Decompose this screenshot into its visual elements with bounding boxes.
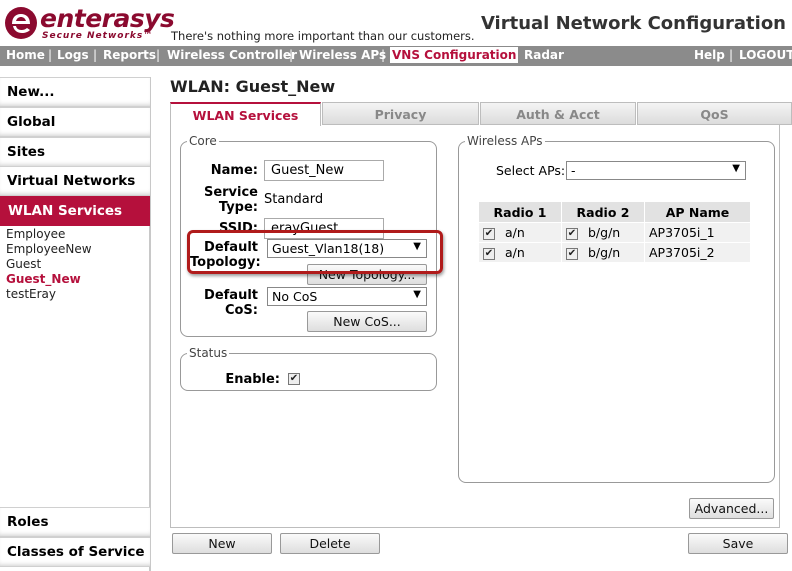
tab-auth-acct[interactable]: Auth & Acct — [480, 102, 636, 125]
wireless-aps-legend: Wireless APs — [467, 134, 543, 148]
radio2-cell: ✔ b/g/n — [561, 242, 645, 263]
name-label: Name: — [210, 163, 258, 178]
service-type-value: Standard — [264, 192, 324, 207]
new-button[interactable]: New — [172, 533, 272, 554]
sidebar-service-employeenew[interactable]: EmployeeNew — [6, 242, 92, 256]
radio1-cell: ✔ a/n — [478, 222, 562, 243]
sidebar-item-classes-of-service[interactable]: Classes of Service — [0, 537, 150, 567]
brand-name: enterasys — [40, 4, 175, 33]
nav-separator: | — [289, 48, 294, 62]
default-cos-value: No CoS — [272, 289, 318, 304]
radio2-checkbox[interactable]: ✔ — [566, 247, 578, 260]
radio1-mode: a/n — [505, 225, 525, 240]
chevron-down-icon: ▼ — [413, 289, 421, 300]
nav-wireless-aps[interactable]: Wireless APs — [299, 48, 386, 62]
advanced-button[interactable]: Advanced... — [689, 498, 774, 519]
tagline: There's nothing more important than our … — [171, 29, 475, 43]
top-nav: Home | Logs | Reports | Wireless Control… — [0, 46, 792, 66]
ap-name-cell: AP3705i_2 — [644, 242, 751, 263]
new-cos-button[interactable]: New CoS... — [307, 311, 427, 332]
nav-reports[interactable]: Reports — [103, 48, 156, 62]
nav-separator: | — [729, 48, 734, 62]
nav-separator: | — [381, 48, 386, 62]
table-row: ✔ a/n ✔ b/g/n AP3705i_1 — [478, 222, 751, 243]
table-header-row: Radio 1 Radio 2 AP Name — [478, 201, 751, 223]
column-header-radio1: Radio 1 — [478, 201, 562, 223]
column-header-ap-name: AP Name — [644, 201, 751, 223]
sidebar-item-virtual-networks[interactable]: Virtual Networks — [0, 166, 150, 196]
radio2-cell: ✔ b/g/n — [561, 222, 645, 243]
radio2-checkbox[interactable]: ✔ — [566, 227, 578, 240]
nav-logs[interactable]: Logs — [57, 48, 89, 62]
sidebar-item-roles[interactable]: Roles — [0, 507, 150, 537]
radio1-cell: ✔ a/n — [478, 242, 562, 263]
app-title: Virtual Network Configuration — [480, 13, 786, 34]
ap-table: Radio 1 Radio 2 AP Name ✔ a/n ✔ b/g/n AP37… — [478, 201, 751, 263]
table-row: ✔ a/n ✔ b/g/n AP3705i_2 — [478, 242, 751, 263]
page-title: WLAN: Guest_New — [170, 77, 336, 96]
name-field[interactable]: Guest_New — [264, 160, 384, 181]
save-button[interactable]: Save — [688, 533, 788, 554]
ap-name-cell: AP3705i_1 — [644, 222, 751, 243]
enable-label: Enable: — [225, 372, 280, 387]
select-aps-dropdown[interactable]: - ▼ — [566, 161, 746, 180]
tab-qos[interactable]: QoS — [637, 102, 792, 125]
nav-help[interactable]: Help — [694, 48, 725, 62]
chevron-down-icon: ▼ — [732, 163, 740, 174]
radio2-mode: b/g/n — [588, 225, 621, 240]
tab-wlan-services[interactable]: WLAN Services — [170, 102, 321, 126]
tab-privacy[interactable]: Privacy — [322, 102, 479, 125]
radio1-mode: a/n — [505, 245, 525, 260]
sidebar-item-sites[interactable]: Sites — [0, 137, 150, 167]
status-legend: Status — [189, 346, 228, 360]
highlight-annotation — [187, 230, 443, 274]
sidebar-item-global[interactable]: Global — [0, 107, 150, 137]
column-header-radio2: Radio 2 — [561, 201, 645, 223]
sidebar-service-guest-new[interactable]: Guest_New — [6, 272, 81, 286]
sidebar-item-new[interactable]: New... — [0, 77, 150, 107]
sidebar: New... Global Sites Virtual Networks WLA… — [0, 77, 151, 571]
brand-subtitle: Secure Networks™ — [42, 31, 154, 41]
nav-separator: | — [156, 48, 161, 62]
radio1-checkbox[interactable]: ✔ — [483, 227, 495, 240]
enterasys-logo-icon — [5, 7, 37, 39]
radio1-checkbox[interactable]: ✔ — [483, 247, 495, 260]
service-type-label: Service Type: — [203, 185, 258, 215]
default-cos-label: Default CoS: — [204, 288, 258, 318]
nav-separator: | — [93, 48, 98, 62]
nav-vns-configuration[interactable]: VNS Configuration — [390, 47, 519, 63]
nav-separator: | — [48, 48, 53, 62]
sidebar-service-guest[interactable]: Guest — [6, 257, 41, 271]
wireless-aps-section: Wireless APs — [458, 134, 775, 483]
nav-home[interactable]: Home — [6, 48, 45, 62]
sidebar-service-employee[interactable]: Employee — [6, 227, 65, 241]
select-aps-value: - — [571, 163, 576, 178]
core-legend: Core — [189, 134, 217, 148]
sidebar-service-testeray[interactable]: testEray — [6, 287, 56, 301]
nav-separator: | — [514, 48, 519, 62]
radio2-mode: b/g/n — [588, 245, 621, 260]
nav-wireless-controller[interactable]: Wireless Controller — [167, 48, 297, 62]
delete-button[interactable]: Delete — [280, 533, 380, 554]
nav-radar[interactable]: Radar — [524, 48, 564, 62]
nav-logout[interactable]: LOGOUT — [739, 48, 792, 62]
default-cos-select[interactable]: No CoS ▼ — [267, 287, 427, 306]
select-aps-label: Select APs: — [496, 163, 566, 178]
header: enterasys Secure Networks™ There's nothi… — [0, 0, 792, 44]
enable-checkbox[interactable]: ✔ — [288, 373, 300, 385]
sidebar-item-wlan-services[interactable]: WLAN Services — [0, 196, 150, 226]
